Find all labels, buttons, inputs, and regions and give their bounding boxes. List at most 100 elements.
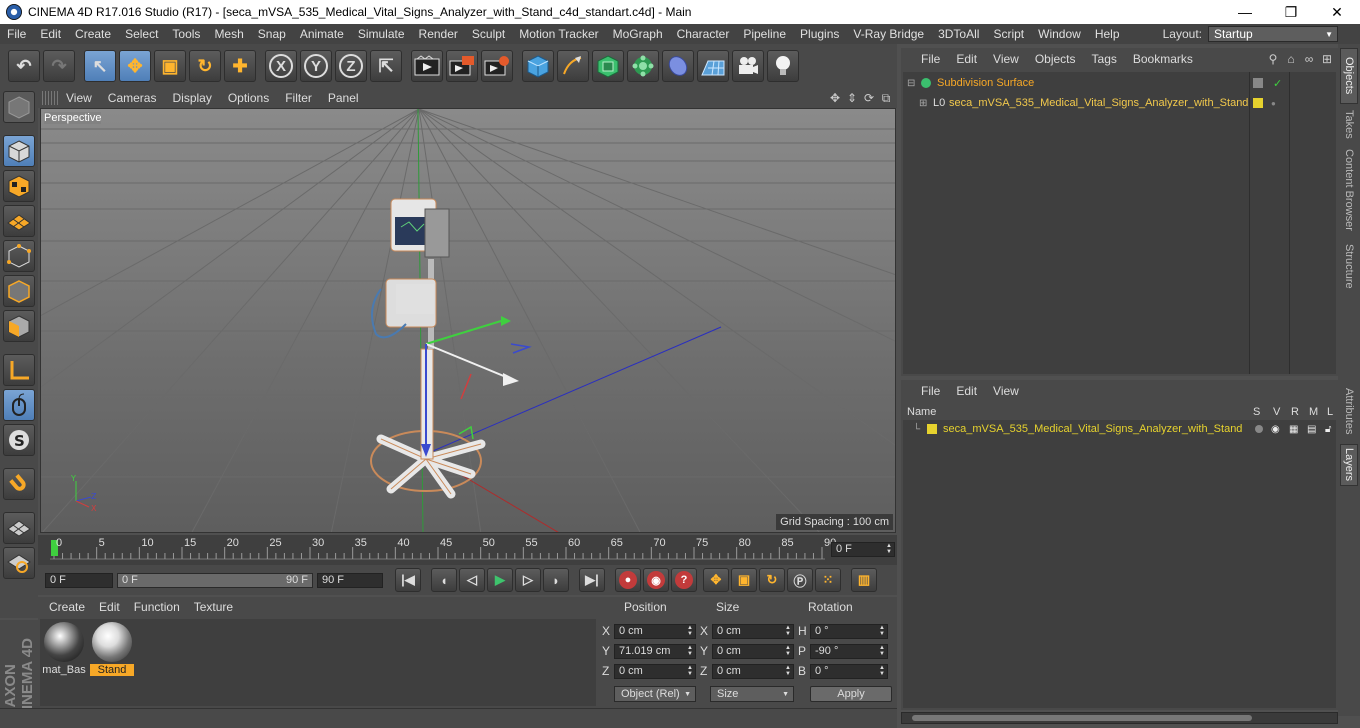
horizontal-scrollbar[interactable] — [901, 712, 1338, 724]
viewport-menu-panel[interactable]: Panel — [320, 91, 367, 105]
viewport-menu-filter[interactable]: Filter — [277, 91, 320, 105]
record-rotation-button[interactable]: ↻ — [759, 568, 785, 592]
coordinate-mode-dropdown[interactable]: Object (Rel) — [614, 686, 696, 702]
goto-start-button[interactable]: |◀ — [395, 568, 421, 592]
edges-mode-button[interactable] — [3, 275, 35, 307]
timeline-window-button[interactable]: ▥ — [851, 568, 877, 592]
layer-menu-edit[interactable]: Edit — [948, 384, 985, 398]
keyframe-selection-button[interactable]: ? — [671, 568, 697, 592]
floor-object-icon[interactable] — [697, 50, 729, 82]
collapse-icon[interactable]: ⊟ — [907, 78, 917, 89]
tab-objects[interactable]: Objects — [1340, 48, 1358, 104]
3d-viewport[interactable]: Y Z X Perspective Grid Spacing : 100 cm — [40, 108, 896, 533]
material-menu-edit[interactable]: Edit — [92, 600, 127, 614]
layer-color-swatch[interactable] — [927, 424, 937, 434]
eye-icon[interactable]: ◉ — [1271, 424, 1280, 435]
polygons-mode-button[interactable] — [3, 310, 35, 342]
menu-tools[interactable]: Tools — [165, 27, 207, 41]
object-menu-view[interactable]: View — [985, 52, 1027, 66]
subdivision-surface-icon[interactable] — [592, 50, 624, 82]
light-icon[interactable] — [767, 50, 799, 82]
timeline-ruler[interactable]: 051015202530354045505560657075808590 0 F — [38, 535, 897, 565]
camera-icon[interactable] — [732, 50, 764, 82]
enabled-check-icon[interactable]: ✓ — [1273, 77, 1282, 90]
home-icon[interactable]: ⌂ — [1284, 52, 1298, 66]
rotation-p-field[interactable]: -90 ° — [810, 643, 888, 659]
next-key-button[interactable]: ◗ — [543, 568, 569, 592]
tweak-mode-button[interactable] — [3, 389, 35, 421]
material-menu-texture[interactable]: Texture — [187, 600, 240, 614]
menu-select[interactable]: Select — [118, 27, 165, 41]
size-z-field[interactable]: 0 cm — [712, 663, 794, 679]
model-mode-button[interactable] — [3, 135, 35, 167]
minimize-button[interactable]: — — [1222, 0, 1268, 24]
close-button[interactable]: ✕ — [1314, 0, 1360, 24]
menu-file[interactable]: File — [0, 27, 33, 41]
column-locked[interactable]: L — [1327, 406, 1333, 418]
apply-button[interactable]: Apply — [810, 686, 892, 702]
layer-menu-view[interactable]: View — [985, 384, 1027, 398]
frame-range-slider[interactable]: 0 F 90 F — [117, 572, 313, 588]
prev-key-button[interactable]: ◖ — [431, 568, 457, 592]
material-menu-function[interactable]: Function — [127, 600, 187, 614]
render-settings-icon[interactable] — [481, 50, 513, 82]
size-x-field[interactable]: 0 cm — [712, 623, 794, 639]
solo-mode-button[interactable]: S — [3, 424, 35, 456]
visibility-toggle[interactable] — [1253, 78, 1263, 88]
layer-menu-file[interactable]: File — [913, 384, 948, 398]
object-row-model[interactable]: ⊞ L0 seca_mVSA_535_Medical_Vital_Signs_A… — [903, 94, 1336, 112]
rotate-tool-button[interactable]: ↻ — [189, 50, 221, 82]
tab-attributes[interactable]: Attributes — [1340, 382, 1358, 440]
link-icon[interactable]: ∞ — [1302, 52, 1316, 66]
add-object-button[interactable]: ✚ — [224, 50, 256, 82]
workplane-rotate-button[interactable] — [3, 547, 35, 579]
menu-snap[interactable]: Snap — [251, 27, 293, 41]
menu-animate[interactable]: Animate — [293, 27, 351, 41]
menu-script[interactable]: Script — [986, 27, 1031, 41]
material-menu-create[interactable]: Create — [42, 600, 92, 614]
menu-vray-bridge[interactable]: V-Ray Bridge — [846, 27, 931, 41]
scroll-thumb[interactable] — [912, 715, 1252, 721]
redo-button[interactable]: ↷ — [43, 50, 75, 82]
object-menu-bookmarks[interactable]: Bookmarks — [1125, 52, 1201, 66]
prev-frame-button[interactable]: ◁ — [459, 568, 485, 592]
current-frame-field[interactable]: 0 F — [831, 542, 895, 557]
rotation-b-field[interactable]: 0 ° — [810, 663, 888, 679]
next-frame-button[interactable]: ▷ — [515, 568, 541, 592]
material-item[interactable]: mat_Bas — [42, 621, 86, 677]
solo-dot-icon[interactable] — [1255, 425, 1263, 433]
column-solo[interactable]: S — [1253, 406, 1260, 418]
y-axis-lock-button[interactable]: Y — [300, 50, 332, 82]
menu-render[interactable]: Render — [412, 27, 465, 41]
new-window-icon[interactable]: ⊞ — [1320, 52, 1334, 66]
viewport-menu-cameras[interactable]: Cameras — [100, 91, 165, 105]
pan-view-icon[interactable]: ✥ — [828, 91, 842, 105]
rotate-view-icon[interactable]: ⟳ — [862, 91, 876, 105]
layer-color-swatch[interactable] — [1253, 98, 1263, 108]
maximize-view-icon[interactable]: ⧉ — [879, 91, 893, 105]
cloner-icon[interactable] — [627, 50, 659, 82]
menu-sculpt[interactable]: Sculpt — [465, 27, 512, 41]
column-view[interactable]: V — [1273, 406, 1280, 418]
select-tool-button[interactable]: ↖ — [84, 50, 116, 82]
goto-end-button[interactable]: ▶| — [579, 568, 605, 592]
record-pla-button[interactable]: ⁙ — [815, 568, 841, 592]
make-editable-button[interactable] — [3, 91, 35, 123]
record-keys-button[interactable]: ● — [615, 568, 641, 592]
play-button[interactable]: ▶ — [487, 568, 513, 592]
world-coordinates-button[interactable]: ⇱ — [370, 50, 402, 82]
viewport-menu-options[interactable]: Options — [220, 91, 277, 105]
size-y-field[interactable]: 0 cm — [712, 643, 794, 659]
menu-help[interactable]: Help — [1088, 27, 1127, 41]
menu-motion-tracker[interactable]: Motion Tracker — [512, 27, 605, 41]
autokey-button[interactable]: ◉ — [643, 568, 669, 592]
layout-dropdown[interactable]: Startup — [1208, 26, 1338, 42]
layer-row[interactable]: └ seca_mVSA_535_Medical_Vital_Signs_Anal… — [903, 420, 1336, 438]
object-menu-tags[interactable]: Tags — [1084, 52, 1125, 66]
move-tool-button[interactable]: ✥ — [119, 50, 151, 82]
manager-icon[interactable]: ▤ — [1307, 424, 1316, 435]
viewport-menu-view[interactable]: View — [58, 91, 100, 105]
viewport-menu-display[interactable]: Display — [164, 91, 219, 105]
workplane-lock-button[interactable] — [3, 512, 35, 544]
search-icon[interactable]: ⚲ — [1266, 52, 1280, 66]
